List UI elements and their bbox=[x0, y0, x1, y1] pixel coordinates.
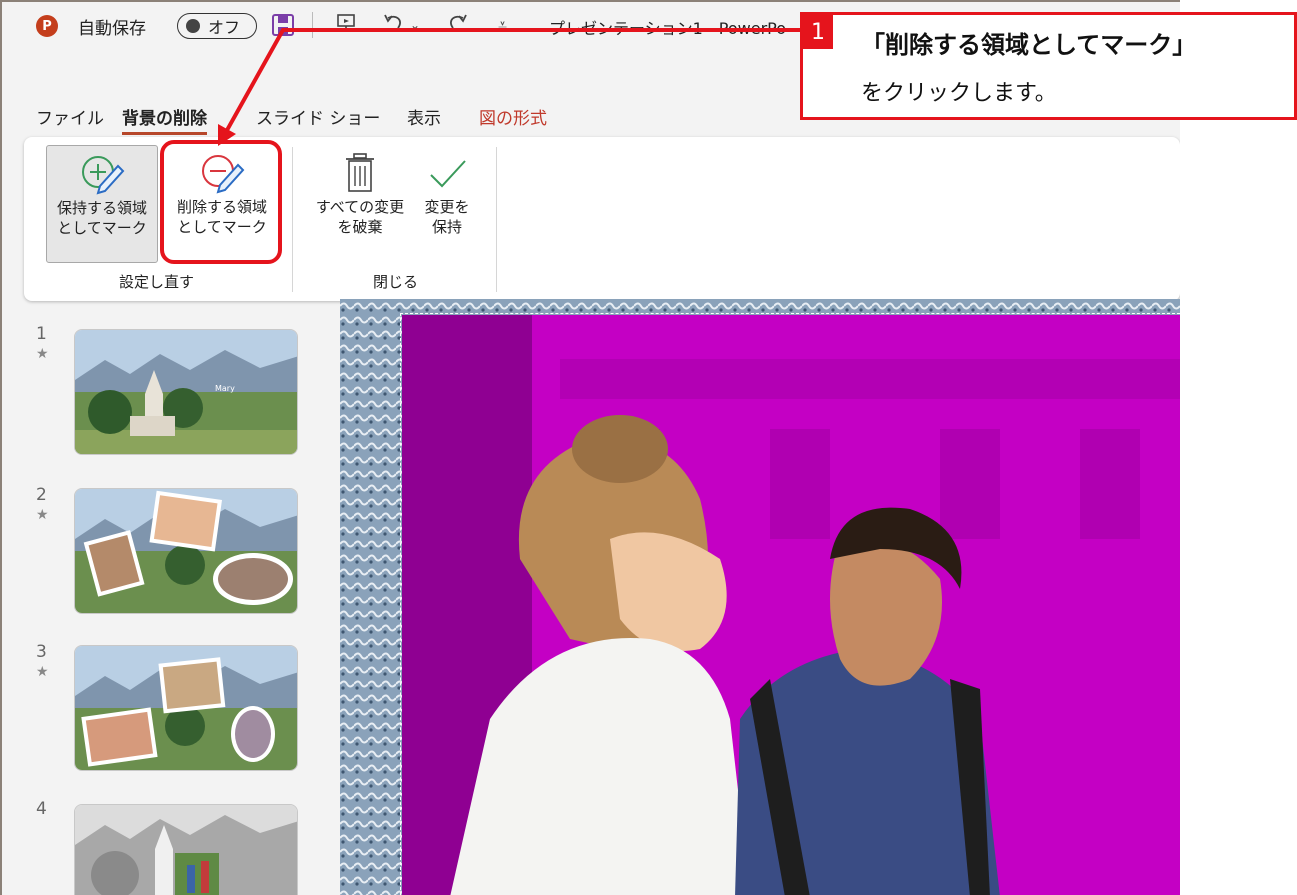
autosave-toggle[interactable]: オフ bbox=[177, 13, 257, 39]
callout-line1: 「削除する領域としてマーク」 bbox=[861, 31, 1197, 59]
group-label-close: 閉じる bbox=[373, 273, 419, 291]
discard-label-line1: すべての変更 bbox=[315, 198, 405, 216]
slide-start-icon[interactable] bbox=[335, 12, 357, 39]
divider bbox=[312, 12, 313, 38]
slide-thumbnail-3[interactable] bbox=[74, 645, 298, 771]
powerpoint-logo-icon: P bbox=[36, 15, 58, 37]
keep-changes-line1: 変更を bbox=[424, 198, 470, 216]
slide-number: 3 bbox=[36, 642, 47, 662]
group-divider bbox=[496, 147, 497, 292]
trash-icon bbox=[346, 153, 374, 192]
slide-caption: Mary bbox=[215, 384, 235, 393]
slide-thumbnail-2[interactable] bbox=[74, 488, 298, 614]
mark-areas-to-keep-button[interactable]: 保持する領域 としてマーク bbox=[46, 145, 158, 263]
slide-thumbnail-4[interactable] bbox=[74, 804, 298, 895]
slide-number: 4 bbox=[36, 799, 47, 819]
animation-star-icon: ★ bbox=[36, 346, 49, 362]
checkmark-icon bbox=[430, 160, 466, 188]
animation-star-icon: ★ bbox=[36, 664, 49, 680]
tab-slideshow[interactable]: スライド ショー bbox=[256, 104, 380, 129]
slide-picture bbox=[340, 299, 1180, 895]
slide-canvas[interactable] bbox=[340, 299, 1180, 895]
group-divider bbox=[292, 147, 293, 292]
powerpoint-window: P 自動保存 オフ ⌄ ⩡ プレゼンテーション1 - PowerPo ファイル … bbox=[0, 0, 1180, 895]
step-number: 1 bbox=[803, 15, 833, 49]
discard-all-changes-button[interactable]: すべての変更 を破棄 bbox=[308, 145, 412, 263]
plus-pencil-icon bbox=[82, 156, 125, 195]
save-icon[interactable] bbox=[272, 14, 294, 36]
tab-picture-format[interactable]: 図の形式 bbox=[479, 104, 547, 129]
redo-icon[interactable] bbox=[445, 12, 469, 39]
toggle-knob-icon bbox=[186, 19, 200, 33]
animation-star-icon: ★ bbox=[36, 507, 49, 523]
autosave-state: オフ bbox=[208, 18, 241, 37]
keep-label-line2: としてマーク bbox=[57, 219, 147, 237]
slide-number: 1 bbox=[36, 324, 47, 344]
slide-thumbnail-pane: 1 ★ Mary 2 ★ 3 ★ 4 bbox=[2, 302, 337, 895]
discard-label-line2: を破棄 bbox=[337, 218, 383, 236]
autosave-label: 自動保存 bbox=[78, 19, 146, 39]
customize-toolbar-icon[interactable]: ⩡ bbox=[498, 15, 507, 35]
keep-label-line1: 保持する領域 bbox=[56, 199, 147, 217]
blank-area bbox=[1180, 0, 1297, 895]
tab-file[interactable]: ファイル bbox=[36, 104, 104, 129]
keep-changes-line2: 保持 bbox=[431, 218, 462, 236]
slide-number: 2 bbox=[36, 485, 47, 505]
instruction-callout: 1 「削除する領域としてマーク」 をクリックします。 bbox=[800, 12, 1297, 120]
group-label-reset: 設定し直す bbox=[119, 273, 195, 291]
tab-view[interactable]: 表示 bbox=[407, 104, 441, 129]
undo-icon[interactable] bbox=[382, 12, 406, 39]
highlight-box bbox=[160, 140, 282, 264]
undo-dropdown-icon[interactable]: ⌄ bbox=[410, 18, 420, 32]
document-title: プレゼンテーション1 - PowerPo bbox=[549, 19, 787, 38]
keep-changes-button[interactable]: 変更を 保持 bbox=[414, 145, 480, 263]
slide-thumbnail-1[interactable]: Mary bbox=[74, 329, 298, 455]
callout-line2: をクリックします。 bbox=[861, 81, 1057, 106]
tab-remove-background[interactable]: 背景の削除 bbox=[122, 104, 207, 135]
